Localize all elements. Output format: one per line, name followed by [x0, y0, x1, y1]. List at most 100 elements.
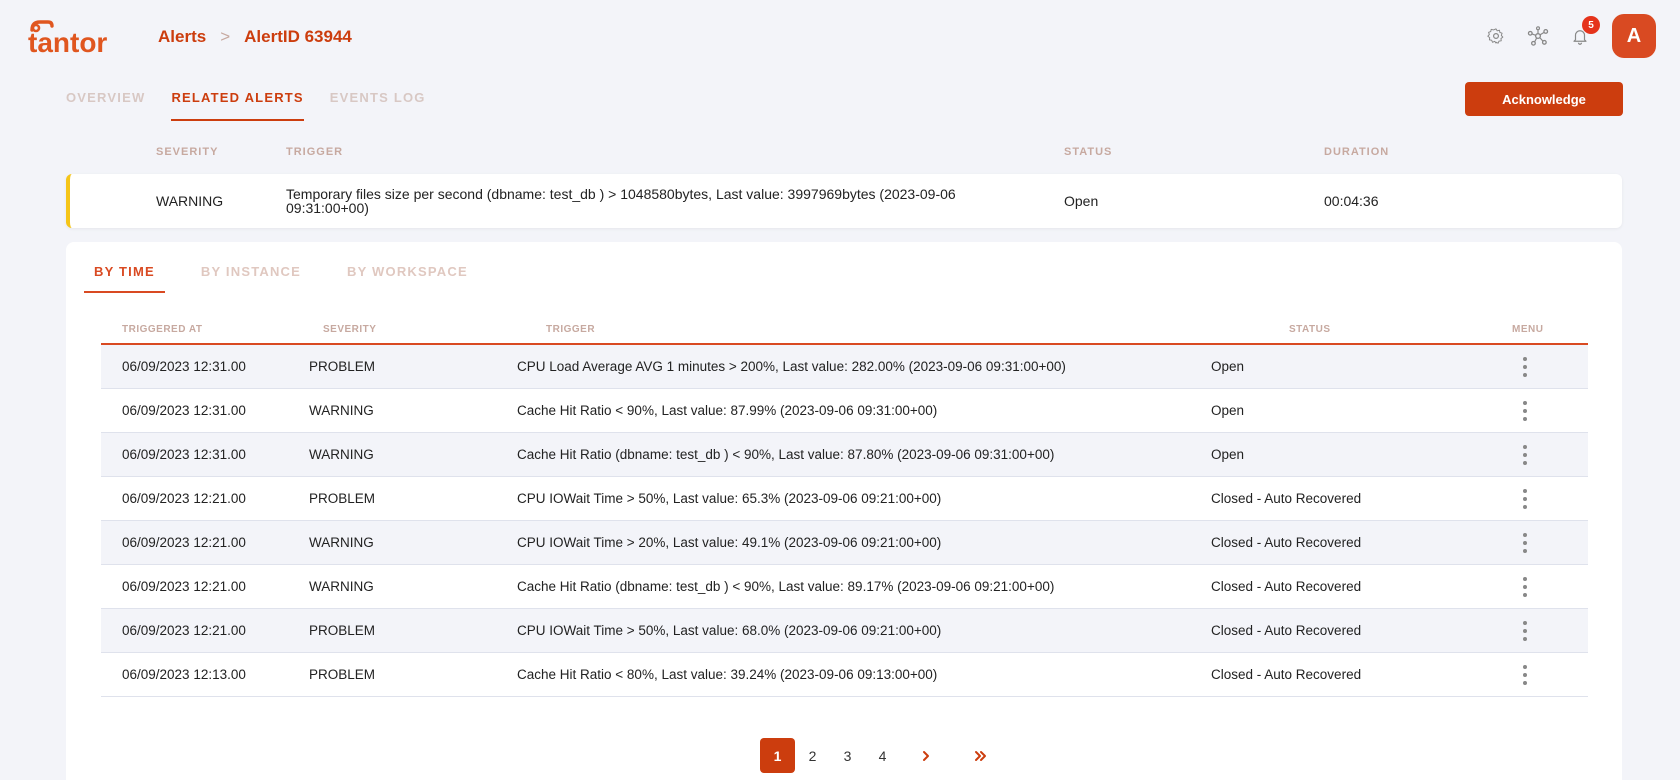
page-2-button[interactable]: 2 [795, 738, 830, 773]
page-4-button[interactable]: 4 [865, 738, 900, 773]
table-row[interactable]: 06/09/2023 12:21.00 PROBLEM CPU IOWait Tim… [101, 477, 1588, 521]
summary-header: SEVERITY TRIGGER STATUS DURATION [0, 146, 1680, 160]
table-row[interactable]: 06/09/2023 12:13.00 PROBLEM Cache Hit Rati… [101, 653, 1588, 697]
pagination: 1 2 3 4 [760, 738, 998, 773]
col-header-triggered-at[interactable]: TRIGGERED AT [122, 324, 202, 335]
cell-severity: WARNING [309, 579, 374, 594]
next-page-button[interactable] [908, 738, 943, 773]
tab-events-log[interactable]: EVENTS LOG [330, 90, 426, 121]
breadcrumb-alerts-link[interactable]: Alerts [158, 27, 206, 47]
cell-status: Closed - Auto Recovered [1211, 535, 1362, 550]
cell-severity: WARNING [309, 403, 374, 418]
kebab-menu-icon [1523, 621, 1527, 641]
tab-by-workspace[interactable]: BY WORKSPACE [337, 264, 478, 293]
cell-status: Closed - Auto Recovered [1211, 623, 1362, 638]
breadcrumb-separator: > [220, 27, 231, 46]
summary-trigger-line2: 09:31:00+00) [286, 200, 369, 216]
row-menu-button[interactable] [1516, 399, 1534, 423]
notifications-button[interactable]: 5 [1566, 16, 1600, 50]
table-body: 06/09/2023 12:31.00 PROBLEM CPU Load Avera… [101, 345, 1588, 697]
svg-text:tantor: tantor [28, 27, 107, 58]
summary-severity: WARNING [156, 193, 224, 209]
page-3-button[interactable]: 3 [830, 738, 865, 773]
table-header: TRIGGERED AT SEVERITY TRIGGER STATUS MEN… [101, 320, 1588, 345]
breadcrumb: Alerts > AlertID 63944 [158, 27, 352, 47]
cell-status: Open [1211, 447, 1245, 462]
row-menu-button[interactable] [1516, 531, 1534, 555]
table-row[interactable]: 06/09/2023 12:21.00 WARNING CPU IOWait Tim… [101, 521, 1588, 565]
cell-severity: PROBLEM [309, 667, 376, 682]
cell-status: Open [1211, 359, 1245, 374]
cell-triggered-at: 06/09/2023 12:21.00 [122, 579, 246, 594]
table-row[interactable]: 06/09/2023 12:21.00 WARNING Cache Hit Rati… [101, 565, 1588, 609]
double-chevron-right-icon [974, 750, 986, 761]
related-alerts-table: TRIGGERED AT SEVERITY TRIGGER STATUS MEN… [101, 320, 1588, 697]
kebab-menu-icon [1523, 445, 1527, 465]
col-header-severity[interactable]: SEVERITY [323, 324, 376, 335]
kebab-menu-icon [1523, 357, 1527, 377]
row-menu-button[interactable] [1516, 355, 1534, 379]
tab-by-time[interactable]: BY TIME [84, 264, 165, 293]
breadcrumb-current: AlertID 63944 [244, 27, 352, 46]
cell-status: Closed - Auto Recovered [1211, 667, 1362, 682]
page-1-button[interactable]: 1 [760, 738, 795, 773]
row-menu-button[interactable] [1516, 575, 1534, 599]
gear-icon [1487, 28, 1504, 44]
tantor-logo[interactable]: tantor [26, 16, 122, 58]
cell-severity: PROBLEM [309, 623, 376, 638]
cell-triggered-at: 06/09/2023 12:31.00 [122, 359, 246, 374]
tab-overview[interactable]: OVERVIEW [66, 90, 145, 121]
row-menu-button[interactable] [1516, 443, 1534, 467]
col-header-trigger[interactable]: TRIGGER [546, 324, 595, 335]
cell-status: Open [1211, 403, 1245, 418]
table-row[interactable]: 06/09/2023 12:31.00 PROBLEM CPU Load Avera… [101, 345, 1588, 389]
kebab-menu-icon [1523, 533, 1527, 553]
summary-header-trigger: TRIGGER [286, 146, 344, 158]
cell-triggered-at: 06/09/2023 12:21.00 [122, 491, 246, 506]
cell-status: Closed - Auto Recovered [1211, 491, 1362, 506]
col-header-status[interactable]: STATUS [1289, 324, 1331, 335]
table-row[interactable]: 06/09/2023 12:21.00 PROBLEM CPU IOWait Tim… [101, 609, 1588, 653]
notification-count-badge: 5 [1582, 16, 1600, 34]
cell-severity: PROBLEM [309, 359, 376, 374]
cell-trigger: Cache Hit Ratio < 80%, Last value: 39.24… [517, 667, 938, 682]
cell-triggered-at: 06/09/2023 12:31.00 [122, 447, 246, 462]
cell-trigger: CPU IOWait Time > 50%, Last value: 65.3%… [517, 491, 942, 506]
app-header: tantor Alerts > AlertID 63944 5 A [0, 0, 1680, 78]
kebab-menu-icon [1523, 665, 1527, 685]
table-row[interactable]: 06/09/2023 12:31.00 WARNING Cache Hit Rati… [101, 389, 1588, 433]
cell-trigger: CPU IOWait Time > 50%, Last value: 68.0%… [517, 623, 942, 638]
tab-by-instance[interactable]: BY INSTANCE [191, 264, 311, 293]
summary-header-duration: DURATION [1324, 146, 1390, 158]
summary-header-status: STATUS [1064, 146, 1113, 158]
cell-trigger: CPU IOWait Time > 20%, Last value: 49.1%… [517, 535, 942, 550]
cell-severity: WARNING [309, 535, 374, 550]
topology-button[interactable] [1524, 22, 1552, 50]
settings-button[interactable] [1482, 22, 1510, 50]
row-menu-button[interactable] [1516, 487, 1534, 511]
cell-triggered-at: 06/09/2023 12:21.00 [122, 623, 246, 638]
row-menu-button[interactable] [1516, 619, 1534, 643]
col-header-menu: MENU [1512, 324, 1544, 335]
alert-detail-tabs: OVERVIEW RELATED ALERTS EVENTS LOG [66, 90, 426, 121]
cell-status: Closed - Auto Recovered [1211, 579, 1362, 594]
kebab-menu-icon [1523, 401, 1527, 421]
table-row[interactable]: 06/09/2023 12:31.00 WARNING Cache Hit Rati… [101, 433, 1588, 477]
tantor-logo-icon: tantor [28, 20, 107, 58]
cell-triggered-at: 06/09/2023 12:21.00 [122, 535, 246, 550]
chevron-right-icon [922, 750, 929, 761]
current-alert-summary: WARNING Temporary files size per second … [66, 174, 1622, 228]
header-actions: 5 A [1482, 14, 1656, 58]
last-page-button[interactable] [963, 738, 998, 773]
network-nodes-icon [1527, 26, 1549, 46]
grouping-tabs: BY TIME BY INSTANCE BY WORKSPACE [84, 264, 478, 293]
cell-severity: PROBLEM [309, 491, 376, 506]
kebab-menu-icon [1523, 577, 1527, 597]
acknowledge-button[interactable]: Acknowledge [1465, 82, 1623, 116]
cell-trigger: Cache Hit Ratio (dbname: test_db ) < 90%… [517, 579, 1055, 594]
cell-triggered-at: 06/09/2023 12:13.00 [122, 667, 246, 682]
tab-related-alerts[interactable]: RELATED ALERTS [171, 90, 304, 121]
cell-severity: WARNING [309, 447, 374, 462]
row-menu-button[interactable] [1516, 663, 1534, 687]
user-avatar[interactable]: A [1612, 14, 1656, 58]
